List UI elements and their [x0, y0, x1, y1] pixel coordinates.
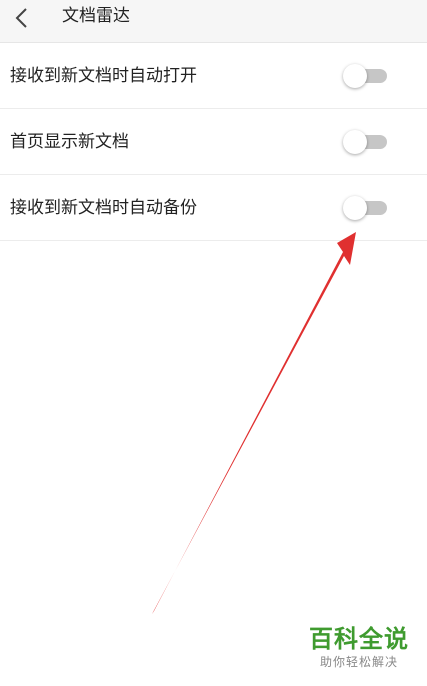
page-title: 文档雷达 — [62, 6, 130, 26]
watermark-title: 百科全说 — [309, 625, 409, 653]
toggle-knob — [343, 195, 367, 220]
setting-label: 接收到新文档时自动打开 — [10, 65, 197, 86]
setting-row-auto-backup[interactable]: 接收到新文档时自动备份 — [0, 175, 427, 241]
chevron-left-icon — [15, 8, 27, 28]
back-button[interactable] — [8, 4, 36, 32]
arrow-shape — [152, 232, 356, 614]
toggle-knob — [343, 129, 367, 154]
watermark-subtitle: 助你轻松解决 — [319, 655, 398, 669]
settings-list: 接收到新文档时自动打开 首页显示新文档 接收到新文档时自动备份 — [0, 43, 427, 241]
setting-label: 首页显示新文档 — [10, 131, 129, 152]
setting-row-auto-open[interactable]: 接收到新文档时自动打开 — [0, 43, 427, 109]
auto-open-toggle[interactable] — [343, 63, 389, 88]
setting-label: 接收到新文档时自动备份 — [10, 197, 197, 218]
setting-row-show-on-home[interactable]: 首页显示新文档 — [0, 109, 427, 175]
top-bar: 文档雷达 — [0, 0, 427, 43]
watermark: 百科全说 助你轻松解决 — [300, 624, 418, 670]
show-on-home-toggle[interactable] — [343, 129, 389, 154]
toggle-knob — [343, 63, 367, 88]
auto-backup-toggle[interactable] — [343, 195, 389, 220]
